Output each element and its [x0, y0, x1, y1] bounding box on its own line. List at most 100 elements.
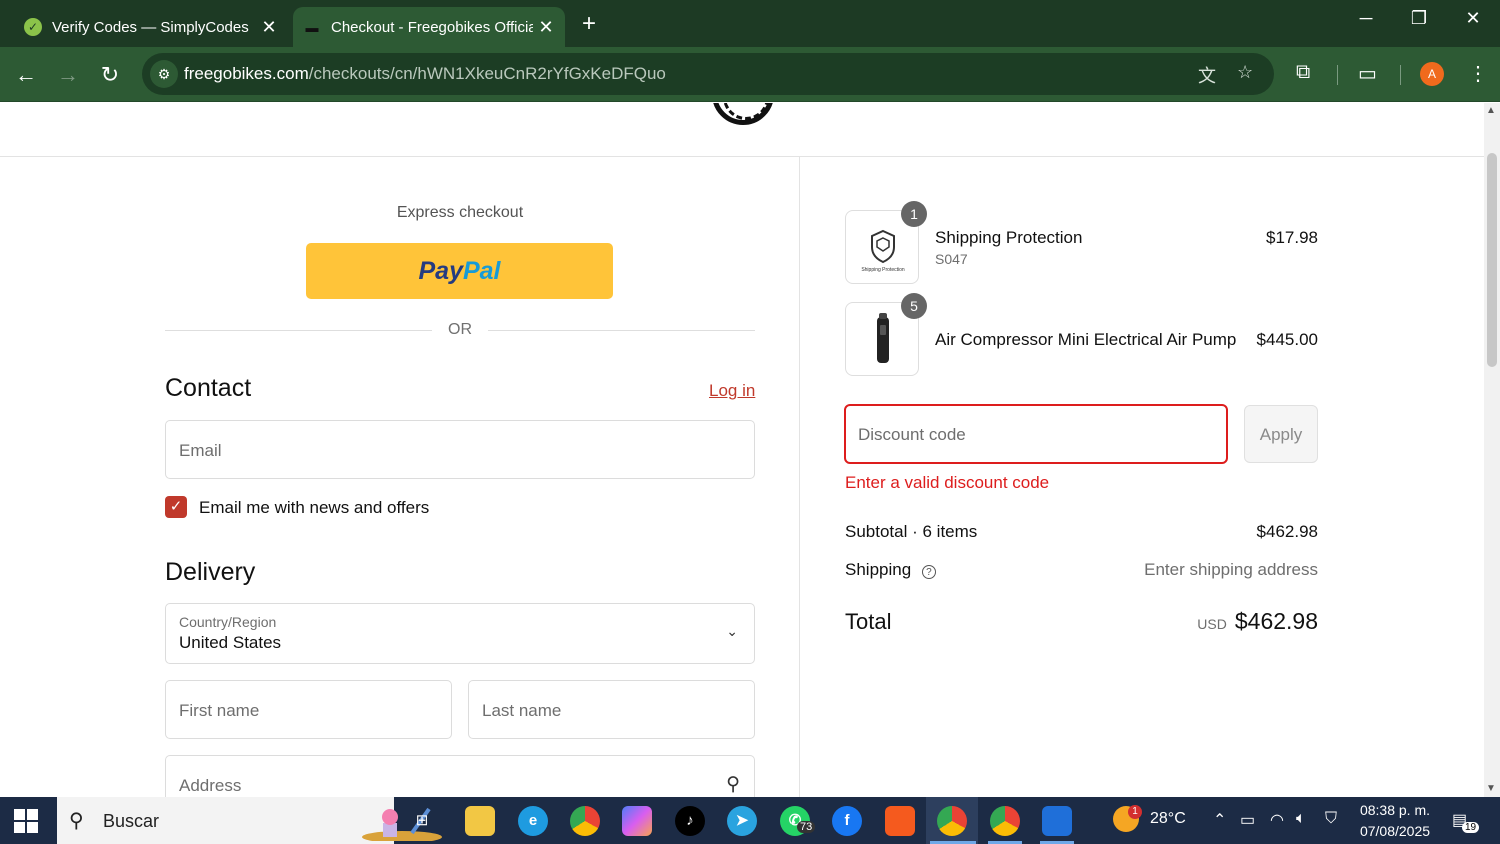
- discount-placeholder: Discount code: [858, 425, 966, 444]
- url-text[interactable]: freegobikes.com/checkouts/cn/hWN1XkeuCnR…: [184, 64, 666, 84]
- product-price: $17.98: [1266, 228, 1318, 247]
- paypal-button[interactable]: Pay Pal: [306, 243, 613, 299]
- browser-toolbar: ← → ↻ ⚙ freegobikes.com/checkouts/cn/hWN…: [0, 47, 1500, 102]
- taskbar-search-label: Buscar: [103, 811, 160, 831]
- address-bar[interactable]: ⚙ freegobikes.com/checkouts/cn/hWN1XkeuC…: [142, 53, 1274, 95]
- subtotal-label: Subtotal · 6 items: [845, 522, 978, 541]
- tab-title: Verify Codes — SimplyCodes: [52, 18, 249, 36]
- tab-close-icon[interactable]: ✕: [533, 17, 559, 38]
- product-sku: S047: [935, 251, 968, 267]
- bookmark-star-icon[interactable]: ☆: [1237, 62, 1253, 83]
- freegobikes-favicon-icon: ▬: [305, 19, 319, 35]
- checkout-page: Express checkout Pay Pal OR Contact Log i…: [0, 103, 1484, 797]
- email-field[interactable]: Email: [165, 420, 755, 479]
- defender-shield-icon[interactable]: [1042, 806, 1072, 836]
- subtotal-value: $462.98: [1256, 522, 1318, 541]
- simplycodes-favicon-icon: ✓: [24, 18, 42, 36]
- forward-icon[interactable]: →: [53, 62, 83, 88]
- product-name: Shipping Protection: [935, 228, 1083, 247]
- reload-icon[interactable]: ↻: [95, 62, 125, 88]
- windows-start-icon[interactable]: [14, 809, 38, 833]
- security-shield-icon[interactable]: ⛉: [1325, 810, 1337, 828]
- close-window-icon[interactable]: ✕: [1453, 8, 1493, 29]
- chrome-icon[interactable]: [570, 806, 600, 836]
- translate-icon[interactable]: 文: [1198, 62, 1216, 88]
- whatsapp-badge: 73: [797, 821, 816, 833]
- apply-discount-button[interactable]: Apply: [1244, 405, 1318, 463]
- volume-icon[interactable]: 🔈︎: [1296, 810, 1306, 828]
- quantity-badge: 1: [901, 201, 927, 227]
- help-icon[interactable]: ?: [921, 565, 936, 579]
- total-currency: USD: [1197, 616, 1227, 632]
- cast-search-icon[interactable]: ▭: [1358, 61, 1377, 86]
- discount-code-field[interactable]: Discount code: [844, 404, 1228, 464]
- scrollbar-thumb[interactable]: [1487, 153, 1497, 367]
- restore-icon[interactable]: ❐: [1399, 8, 1439, 29]
- shipping-label: Shipping: [845, 560, 912, 579]
- profile-avatar[interactable]: A: [1420, 62, 1444, 86]
- edge-icon[interactable]: e: [518, 806, 548, 836]
- back-icon[interactable]: ←: [11, 62, 41, 88]
- new-tab-button[interactable]: +: [575, 10, 603, 38]
- news-offers-label[interactable]: Email me with news and offers: [199, 498, 429, 518]
- facebook-icon[interactable]: f: [832, 806, 862, 836]
- clock-time: 08:38 p. m.: [1359, 802, 1431, 818]
- svg-text:Shipping Protection: Shipping Protection: [861, 267, 905, 273]
- scroll-down-arrow-icon[interactable]: ▼: [1486, 783, 1496, 794]
- product-price: $445.00: [1256, 330, 1318, 349]
- extensions-icon[interactable]: ⧉: [1296, 61, 1310, 84]
- clock[interactable]: 08:38 p. m. 07/08/2025: [1340, 800, 1450, 842]
- total-amount: USD $462.98: [1197, 608, 1318, 635]
- show-hidden-icons-icon[interactable]: ⌃: [1213, 810, 1226, 830]
- windows-taskbar: ⚲ Buscar ⊞ e ♪ ➤ ✆ 73 f 1 28°C ⌃ ▭ ◠ 🔈︎ …: [0, 797, 1500, 844]
- chrome-profile-j-icon[interactable]: [990, 806, 1020, 836]
- store-logo[interactable]: [712, 103, 774, 125]
- page-scrollbar[interactable]: ▲ ▼: [1484, 103, 1500, 797]
- tab-checkout[interactable]: ▬ Checkout - Freegobikes Official ✕: [293, 7, 565, 47]
- tab-title: Checkout - Freegobikes Official: [331, 18, 533, 36]
- product-name: Air Compressor Mini Electrical Air Pump: [935, 330, 1237, 349]
- weather-badge: 1: [1128, 805, 1142, 819]
- first-name-field[interactable]: First name: [165, 680, 452, 739]
- quantity-badge: 5: [901, 293, 927, 319]
- tab-verify-codes[interactable]: ✓ Verify Codes — SimplyCodes ✕: [10, 7, 288, 47]
- telegram-icon[interactable]: ➤: [727, 806, 757, 836]
- scroll-up-arrow-icon[interactable]: ▲: [1486, 105, 1496, 116]
- chrome-profile-a-icon[interactable]: [937, 806, 967, 836]
- or-divider: OR: [165, 321, 755, 339]
- crunchyroll-icon[interactable]: [885, 806, 915, 836]
- taskbar-search[interactable]: ⚲ Buscar: [57, 797, 442, 844]
- browser-tab-strip: ✓ Verify Codes — SimplyCodes ✕ ▬ Checkou…: [0, 0, 1500, 47]
- contact-heading: Contact: [165, 374, 252, 402]
- country-value: United States: [179, 633, 282, 652]
- clock-date: 07/08/2025: [1359, 823, 1431, 839]
- news-offers-checkbox[interactable]: ✓: [165, 496, 187, 518]
- file-explorer-icon[interactable]: [465, 806, 495, 836]
- search-icon: ⚲: [69, 810, 84, 832]
- discount-error-message: Enter a valid discount code: [845, 473, 1050, 492]
- minimize-icon[interactable]: ─: [1346, 8, 1386, 29]
- country-label: Country/Region: [179, 614, 277, 630]
- delivery-heading: Delivery: [165, 558, 256, 586]
- tab-close-icon[interactable]: ✕: [256, 17, 282, 38]
- total-value: $462.98: [1234, 608, 1318, 634]
- last-name-field[interactable]: Last name: [468, 680, 755, 739]
- wifi-icon[interactable]: ◠: [1270, 810, 1284, 830]
- country-select[interactable]: Country/Region United States ⌄: [165, 603, 755, 664]
- notification-count: 19: [1462, 822, 1480, 833]
- toolbar-divider: [1400, 65, 1401, 85]
- copilot-icon[interactable]: [622, 806, 652, 836]
- search-icon: ⚲: [726, 774, 740, 795]
- task-view-icon[interactable]: ⊞: [407, 806, 437, 836]
- temperature[interactable]: 28°C: [1150, 810, 1186, 828]
- site-info-icon[interactable]: ⚙: [150, 60, 178, 88]
- address-placeholder: Address: [179, 776, 242, 795]
- shipping-label-row: Shipping ?: [845, 560, 936, 580]
- login-link[interactable]: Log in: [709, 381, 755, 401]
- battery-icon[interactable]: ▭: [1240, 810, 1255, 830]
- column-divider: [799, 157, 800, 797]
- address-field[interactable]: Address ⚲: [165, 755, 755, 797]
- menu-icon[interactable]: ⋮: [1468, 61, 1488, 86]
- paypal-logo-pal: Pal: [462, 256, 501, 285]
- tiktok-icon[interactable]: ♪: [675, 806, 705, 836]
